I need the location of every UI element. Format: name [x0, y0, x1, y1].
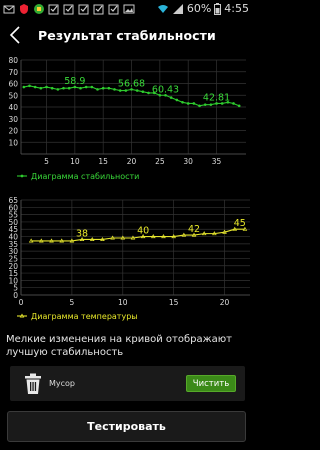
data-point	[124, 89, 128, 92]
data-point	[169, 96, 173, 99]
checkbox-icon	[78, 4, 89, 14]
x-tick-label: 25	[155, 157, 165, 166]
y-tick-label: 30	[8, 115, 18, 124]
data-point	[237, 104, 241, 108]
app-icon	[34, 3, 44, 14]
data-point	[90, 85, 94, 89]
shield-icon	[20, 3, 28, 14]
y-tick-label: 70	[8, 68, 18, 77]
legend-label: Диаграмма стабильности	[31, 172, 139, 181]
checkbox-icon	[63, 4, 74, 14]
data-label: 38	[76, 228, 88, 239]
data-point	[118, 89, 122, 92]
battery-icon	[214, 2, 222, 15]
data-point	[33, 85, 37, 89]
data-label: 45	[234, 218, 246, 229]
x-tick-label: 35	[212, 157, 222, 166]
data-label: 60.43	[152, 84, 179, 95]
data-point	[181, 101, 184, 104]
data-point	[175, 98, 179, 102]
x-tick-label: 20	[127, 157, 137, 166]
stability-description: Мелкие изменения на кривой отображают лу…	[6, 334, 232, 358]
data-point	[56, 88, 60, 91]
x-tick-label: 5	[69, 298, 74, 307]
data-point	[62, 86, 65, 90]
data-point	[28, 84, 31, 88]
data-point	[203, 103, 207, 106]
data-point	[192, 102, 196, 105]
battery-percent: 60%	[186, 2, 212, 15]
stability-chart: 10 20 30 40 50 60 70 80 5 10 15 20 25 30 35 58.9 56.68 60…	[8, 56, 246, 181]
x-tick-label: 0	[19, 298, 24, 307]
notification-icons	[0, 3, 135, 15]
data-point	[96, 88, 99, 91]
data-point	[107, 86, 111, 90]
clean-button[interactable]: Чистить	[186, 375, 236, 392]
data-point	[147, 91, 150, 95]
back-button[interactable]	[0, 17, 30, 53]
data-point	[22, 85, 26, 89]
page-title: Результат стабильности	[38, 27, 216, 43]
data-label: 42.81	[203, 92, 230, 103]
junk-label: Мусор	[49, 379, 76, 388]
wifi-icon	[157, 4, 168, 13]
legend-label: Диаграмма температуры	[31, 312, 138, 321]
signal-icon	[172, 3, 183, 14]
test-button[interactable]: Тестировать	[7, 411, 246, 442]
x-tick-label: 30	[183, 157, 193, 166]
clock: 4:55	[224, 2, 249, 15]
y-tick-label: 20	[8, 127, 18, 136]
data-point	[141, 90, 145, 94]
y-tick-label: 60	[8, 80, 18, 89]
y-tick-label: 65	[8, 196, 18, 205]
temperature-chart: 051015202530354045505560650 5 10 15 2038 40 42…	[8, 196, 250, 321]
data-label: 40	[137, 226, 149, 237]
x-tick-label: 10	[70, 157, 80, 166]
data-point	[67, 86, 71, 90]
system-status: 60% 4:55	[157, 2, 253, 15]
data-label: 58.9	[64, 76, 85, 87]
y-tick-label: 10	[8, 138, 18, 147]
x-tick-label: 10	[118, 298, 128, 307]
data-point	[113, 88, 116, 91]
email-icon	[3, 5, 15, 13]
legend-marker	[20, 174, 24, 178]
data-point	[79, 86, 82, 90]
y-tick-label: 80	[8, 56, 18, 65]
junk-row: Мусор Чистить	[10, 366, 245, 401]
status-bar: 60% 4:55	[0, 0, 253, 17]
data-point	[45, 85, 48, 89]
image-icon	[123, 4, 135, 13]
data-point	[209, 103, 213, 106]
data-label: 56.68	[118, 78, 145, 89]
data-point	[198, 104, 201, 108]
trash-icon	[25, 373, 41, 394]
data-point	[101, 86, 105, 90]
data-point	[39, 86, 43, 90]
x-tick-label: 15	[98, 157, 108, 166]
checkbox-icon	[48, 4, 59, 14]
y-tick-label: 50	[8, 91, 18, 100]
checkbox-icon	[93, 4, 104, 14]
data-label: 42	[188, 224, 200, 235]
data-point	[232, 102, 235, 105]
y-tick-label: 40	[8, 103, 18, 112]
app-bar: Результат стабильности	[0, 17, 253, 53]
checkbox-icon	[108, 4, 119, 14]
x-tick-label: 20	[220, 298, 230, 307]
data-point	[28, 238, 34, 243]
x-tick-label: 15	[169, 298, 179, 307]
chevron-left-icon	[9, 26, 20, 44]
data-point	[186, 102, 190, 105]
data-point	[135, 89, 139, 92]
data-point	[50, 86, 54, 90]
x-tick-label: 5	[44, 157, 49, 166]
